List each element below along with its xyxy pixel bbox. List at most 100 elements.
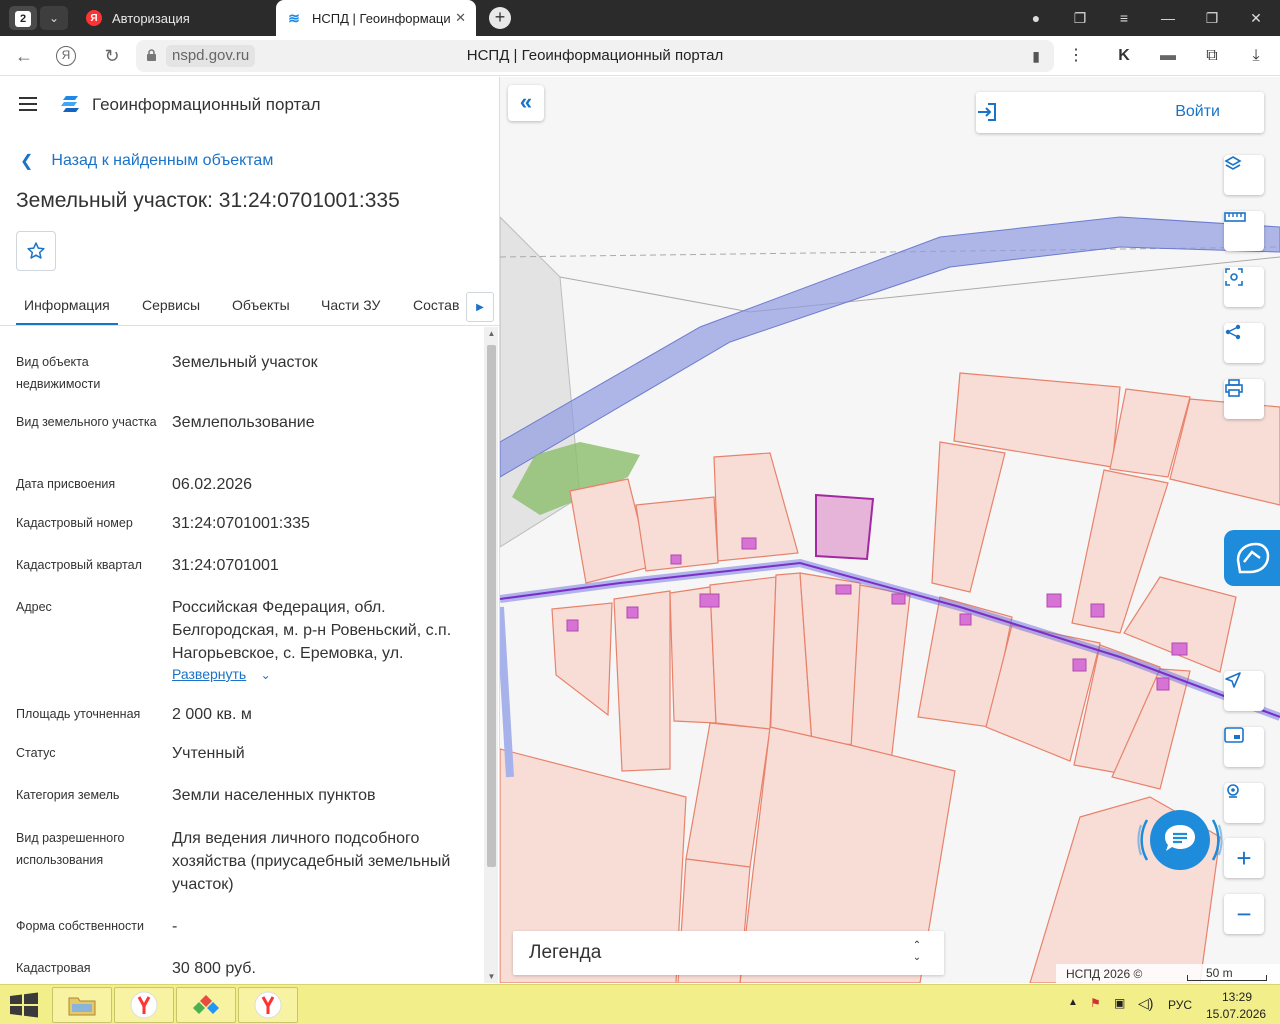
url-field[interactable]: nspd.gov.ru НСПД | Геоинформационный пор… [136, 40, 1054, 72]
tab-title: Авторизация [112, 10, 190, 26]
property-value: Для ведения личного подсобного хозяйства… [172, 830, 451, 893]
tab-composition[interactable]: Состав [413, 297, 459, 313]
panel-scrollbar[interactable]: ▲ ▼ [484, 327, 498, 983]
browser-tab-auth[interactable]: Я Авторизация [76, 0, 274, 36]
new-tab-button[interactable]: + [489, 7, 511, 29]
minimap-icon [1224, 727, 1244, 743]
restore-icon[interactable]: ❐ [1190, 0, 1234, 36]
property-label: Категория земель [16, 788, 120, 802]
hamburger-menu-icon[interactable] [19, 97, 37, 111]
tab-info[interactable]: Информация [16, 297, 118, 325]
scroll-up-icon[interactable]: ▲ [487, 329, 496, 338]
browser-tab-bar: 2 ⌄ Я Авторизация ≋ НСПД | Геоинформаци … [0, 0, 1280, 36]
browser-tab-nspd[interactable]: ≋ НСПД | Геоинформаци ✕ [276, 0, 476, 36]
scale-bar [1187, 975, 1267, 981]
minimap-button[interactable] [1224, 727, 1264, 767]
chat-icon [1165, 825, 1195, 851]
yandex-browser-taskbar-button[interactable] [114, 987, 174, 1023]
geo-search-button[interactable] [1224, 783, 1264, 823]
close-tab-icon[interactable]: ✕ [455, 10, 466, 26]
star-icon [27, 242, 45, 259]
object-tabs: Информация Сервисы Объекты Части ЗУ Сост… [0, 289, 499, 326]
expand-address[interactable]: Развернуть ⌄ [172, 664, 271, 684]
layers-icon [1224, 156, 1242, 170]
network-warning-icon[interactable]: ⚑ [1090, 996, 1101, 1010]
legend-panel[interactable]: Легенда ⌃ ⌄ [513, 931, 944, 975]
map-view[interactable]: « Войти + − Легенда ⌃ ⌄ НСПД 2026 © 50 m [500, 77, 1280, 983]
collections-icon[interactable]: ❐ [1058, 0, 1102, 36]
favorite-button[interactable] [16, 231, 56, 271]
expand-link[interactable]: Развернуть [172, 666, 246, 682]
yandex-browser-icon [254, 991, 282, 1019]
print-button[interactable] [1224, 379, 1264, 419]
colored-diamonds-icon [193, 995, 219, 1014]
locate-button[interactable] [1224, 671, 1264, 711]
assistant-tab[interactable] [1224, 530, 1280, 586]
property-label: Вид земельного участка [16, 415, 157, 429]
tray-expand-icon[interactable]: ▲ [1068, 997, 1078, 1008]
property-value: Землепользование [172, 414, 315, 431]
legend-label: Легенда [529, 942, 602, 963]
object-info-panel: Геоинформационный портал ❮ Назад к найде… [0, 77, 500, 983]
property-value: Учтенный [172, 745, 245, 762]
property-label: Дата присвоения [16, 477, 116, 491]
zoom-out-button[interactable]: − [1224, 894, 1264, 934]
close-window-icon[interactable]: ✕ [1234, 0, 1278, 36]
folder-icon [68, 997, 96, 1016]
profile-icon[interactable]: ● [1014, 0, 1058, 36]
file-explorer-taskbar-button[interactable] [52, 987, 112, 1023]
tab-parts[interactable]: Части ЗУ [321, 297, 380, 313]
scroll-thumb[interactable] [487, 345, 496, 867]
bookmark-icon[interactable]: ▮ [1032, 48, 1040, 65]
volume-icon[interactable]: ◁) [1138, 995, 1153, 1012]
property-label: Форма собственности [16, 919, 144, 933]
area-search-icon [1225, 268, 1243, 286]
extension-icon[interactable]: ▬ [1156, 44, 1180, 68]
selected-parcel [815, 493, 875, 561]
tab-objects[interactable]: Объекты [232, 297, 290, 313]
app-taskbar-button[interactable] [176, 987, 236, 1023]
chat-button[interactable] [1150, 810, 1210, 870]
property-label: Кадастровый квартал [16, 558, 142, 572]
layers-button[interactable] [1224, 155, 1264, 195]
yandex-home-icon[interactable]: Я [56, 46, 76, 66]
login-button[interactable]: Войти [976, 92, 1264, 133]
reload-icon[interactable]: ↻ [100, 44, 124, 68]
collapse-panel-button[interactable]: « [508, 85, 544, 121]
yandex-browser-2-taskbar-button[interactable] [238, 987, 298, 1023]
clock-time[interactable]: 13:29 [1222, 990, 1252, 1004]
nspd-logo-icon [61, 96, 79, 112]
printer-icon [1225, 379, 1243, 397]
property-label: Кадастровая [16, 961, 91, 975]
property-label: Адрес [16, 600, 52, 614]
tabs-scroll-right-icon[interactable]: ▶ [466, 292, 494, 322]
more-options-icon[interactable]: ⋮ [1064, 44, 1088, 68]
scroll-down-icon[interactable]: ▼ [487, 972, 496, 981]
kaspersky-extension-icon[interactable]: K [1112, 44, 1136, 68]
ruler-icon [1224, 212, 1246, 222]
tab-counter-button[interactable]: 2 [9, 6, 37, 30]
minimize-icon[interactable]: — [1146, 0, 1190, 36]
select-area-button[interactable] [1224, 267, 1264, 307]
share-button[interactable] [1224, 323, 1264, 363]
tab-services[interactable]: Сервисы [142, 297, 200, 313]
property-value: Российская Федерация, обл. Белгородская,… [172, 599, 452, 662]
tabs-dropdown-chevron-icon[interactable]: ⌄ [40, 6, 68, 30]
language-indicator[interactable]: РУС [1168, 998, 1192, 1012]
download-icon[interactable]: ⤓ [1244, 44, 1268, 68]
browser-menu-icon[interactable]: ≡ [1102, 0, 1146, 36]
back-icon[interactable]: ← [12, 44, 36, 68]
zoom-in-button[interactable]: + [1224, 838, 1264, 878]
share-icon [1225, 324, 1241, 340]
property-value: 31:24:0701001 [172, 557, 279, 574]
expand-collapse-icon[interactable]: ⌃ ⌄ [910, 940, 924, 964]
windows-start-icon[interactable] [6, 991, 42, 1019]
clock-date[interactable]: 15.07.2026 [1206, 1007, 1266, 1021]
login-label: Войти [1175, 103, 1220, 120]
back-to-results-link[interactable]: ❮ Назад к найденным объектам [20, 151, 273, 171]
object-title: Земельный участок: 31:24:0701001:335 [16, 189, 400, 212]
extension-puzzle-icon[interactable]: ⧉ [1200, 44, 1224, 68]
network-icon[interactable]: ▣ [1114, 996, 1125, 1010]
measure-button[interactable] [1224, 211, 1264, 251]
chevron-down-icon: ⌄ [260, 668, 271, 682]
